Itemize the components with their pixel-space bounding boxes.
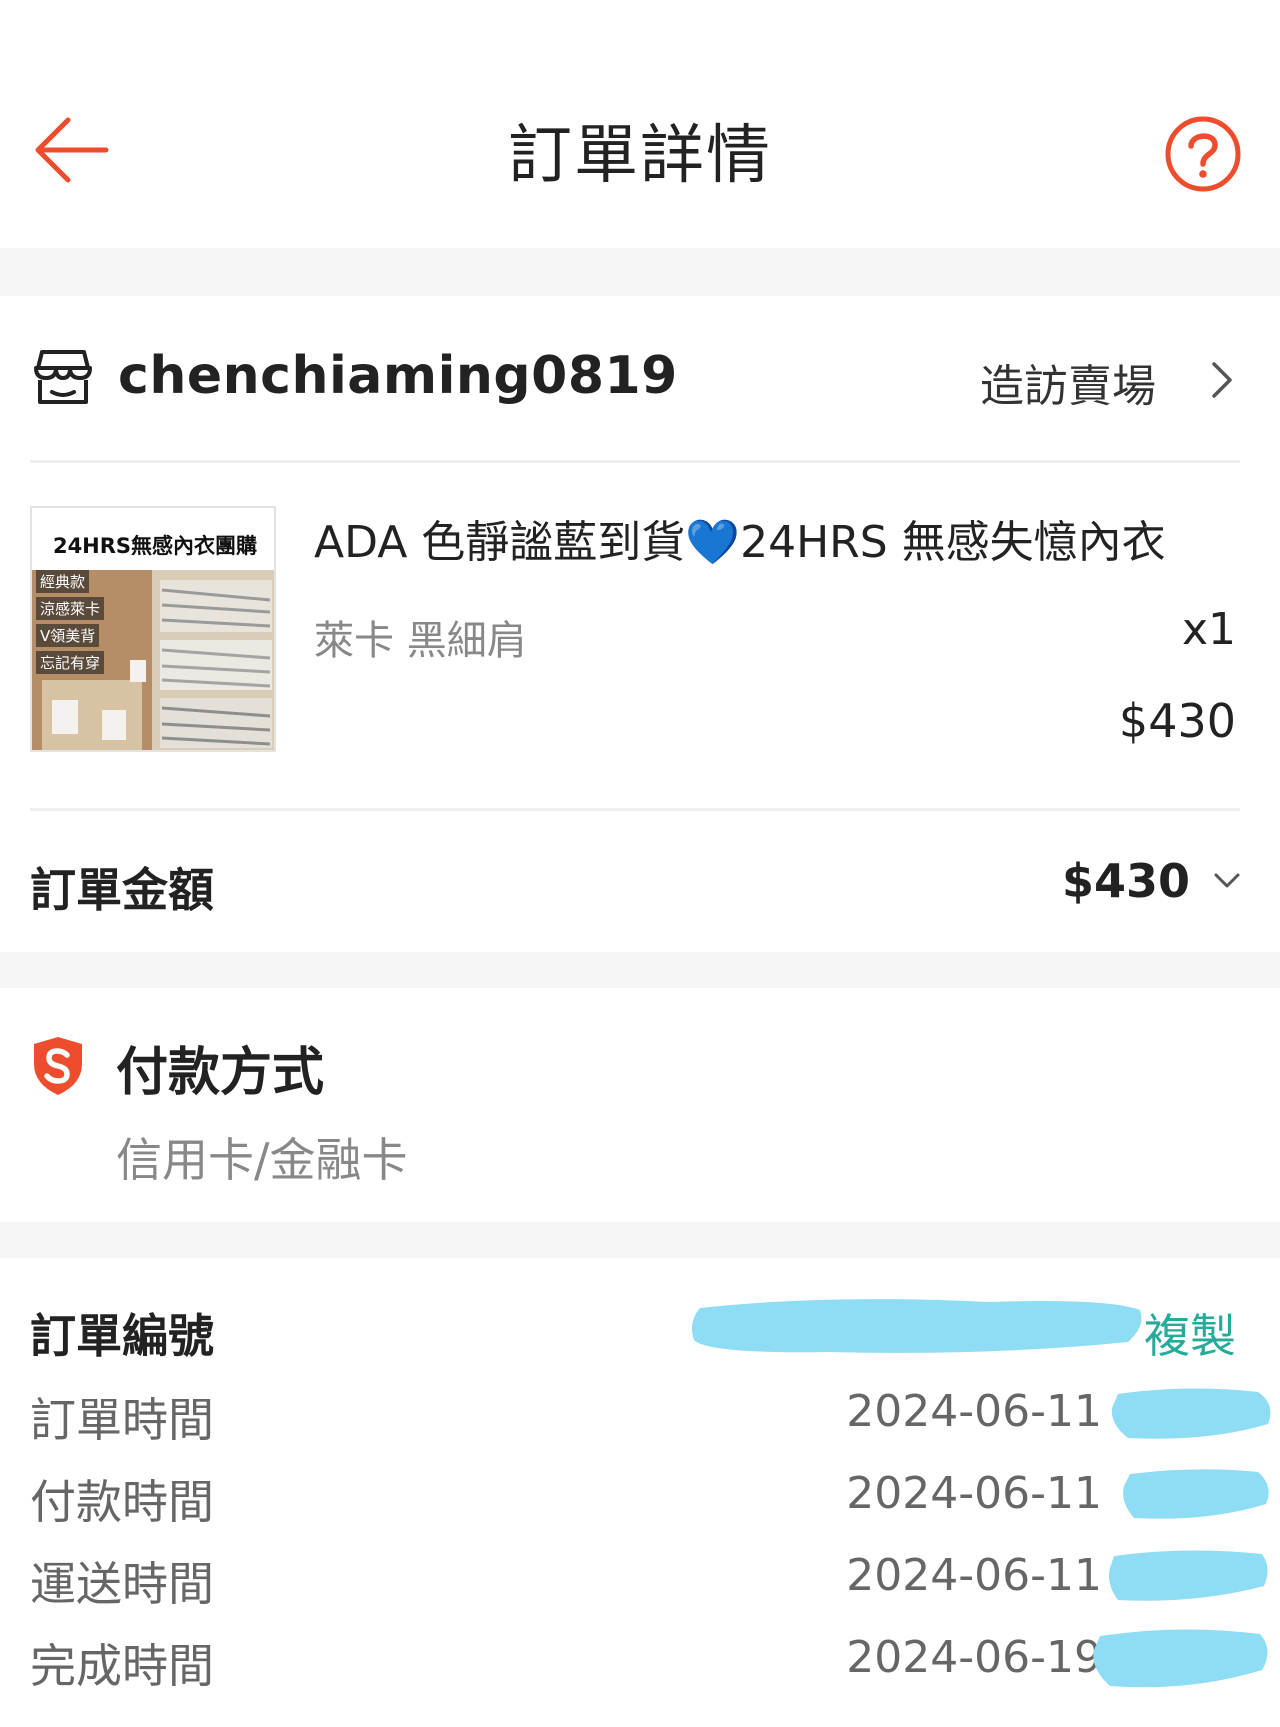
shield-s-icon bbox=[30, 1034, 86, 1098]
page-title: 訂單詳情 bbox=[508, 119, 772, 193]
divider bbox=[30, 808, 1240, 811]
order-time-label: 訂單時間 bbox=[30, 1393, 214, 1447]
product-name[interactable]: ADA 色靜謐藍到貨💙24HRS 無感失憶內衣 bbox=[314, 506, 1234, 570]
copy-order-number-button[interactable]: 複製 bbox=[1144, 1300, 1236, 1366]
thumbnail-tag: 忘記有穿 bbox=[36, 651, 105, 674]
completion-time-value: 2024-06-19 bbox=[846, 1632, 1102, 1683]
divider bbox=[30, 460, 1240, 463]
shipping-time-value: 2024-06-11 bbox=[846, 1550, 1102, 1601]
visit-shop-link[interactable]: 造訪賣場 bbox=[980, 350, 1156, 414]
redacted-completion-time bbox=[1093, 1629, 1268, 1688]
redacted-order-number bbox=[692, 1299, 1142, 1353]
section-separator bbox=[0, 248, 1280, 296]
order-time-value: 2024-06-11 bbox=[846, 1386, 1102, 1437]
payment-time-label: 付款時間 bbox=[30, 1475, 214, 1529]
product-thumbnail[interactable]: 24HRS無感內衣團購 經典款 涼感萊卡 V領美背 忘記有穿 bbox=[30, 506, 276, 752]
order-number-label: 訂單編號 bbox=[30, 1309, 214, 1363]
section-separator bbox=[0, 952, 1280, 988]
thumbnail-title: 24HRS無感內衣團購 bbox=[52, 534, 258, 558]
shop-name[interactable]: chenchiaming0819 bbox=[118, 346, 678, 406]
shipping-time-label: 運送時間 bbox=[30, 1557, 214, 1611]
chevron-down-icon[interactable] bbox=[1212, 870, 1242, 892]
redacted-shipping-time bbox=[1109, 1550, 1268, 1601]
product-price: $430 bbox=[1118, 694, 1236, 748]
chevron-right-icon[interactable] bbox=[1208, 358, 1236, 402]
product-variant: 萊卡 黑細肩 bbox=[314, 618, 527, 664]
section-separator bbox=[0, 1222, 1280, 1258]
thumbnail-tag: 經典款 bbox=[36, 570, 90, 593]
thumbnail-tag: 涼感萊卡 bbox=[36, 597, 105, 620]
app-header: 訂單詳情 bbox=[0, 0, 1280, 248]
order-total-label: 訂單金額 bbox=[30, 863, 214, 917]
payment-time-value: 2024-06-11 bbox=[846, 1468, 1102, 1519]
order-total-value[interactable]: $430 bbox=[1062, 854, 1190, 908]
redacted-payment-time bbox=[1123, 1469, 1269, 1519]
product-quantity: x1 bbox=[1181, 604, 1236, 655]
payment-method-value: 信用卡/金融卡 bbox=[116, 1133, 408, 1187]
completion-time-label: 完成時間 bbox=[30, 1639, 214, 1693]
help-question-icon[interactable] bbox=[1163, 114, 1243, 194]
thumbnail-tag: V領美背 bbox=[36, 624, 100, 647]
redacted-order-time bbox=[1111, 1388, 1271, 1439]
shop-icon bbox=[30, 346, 96, 408]
payment-method-title: 付款方式 bbox=[116, 1043, 325, 1103]
